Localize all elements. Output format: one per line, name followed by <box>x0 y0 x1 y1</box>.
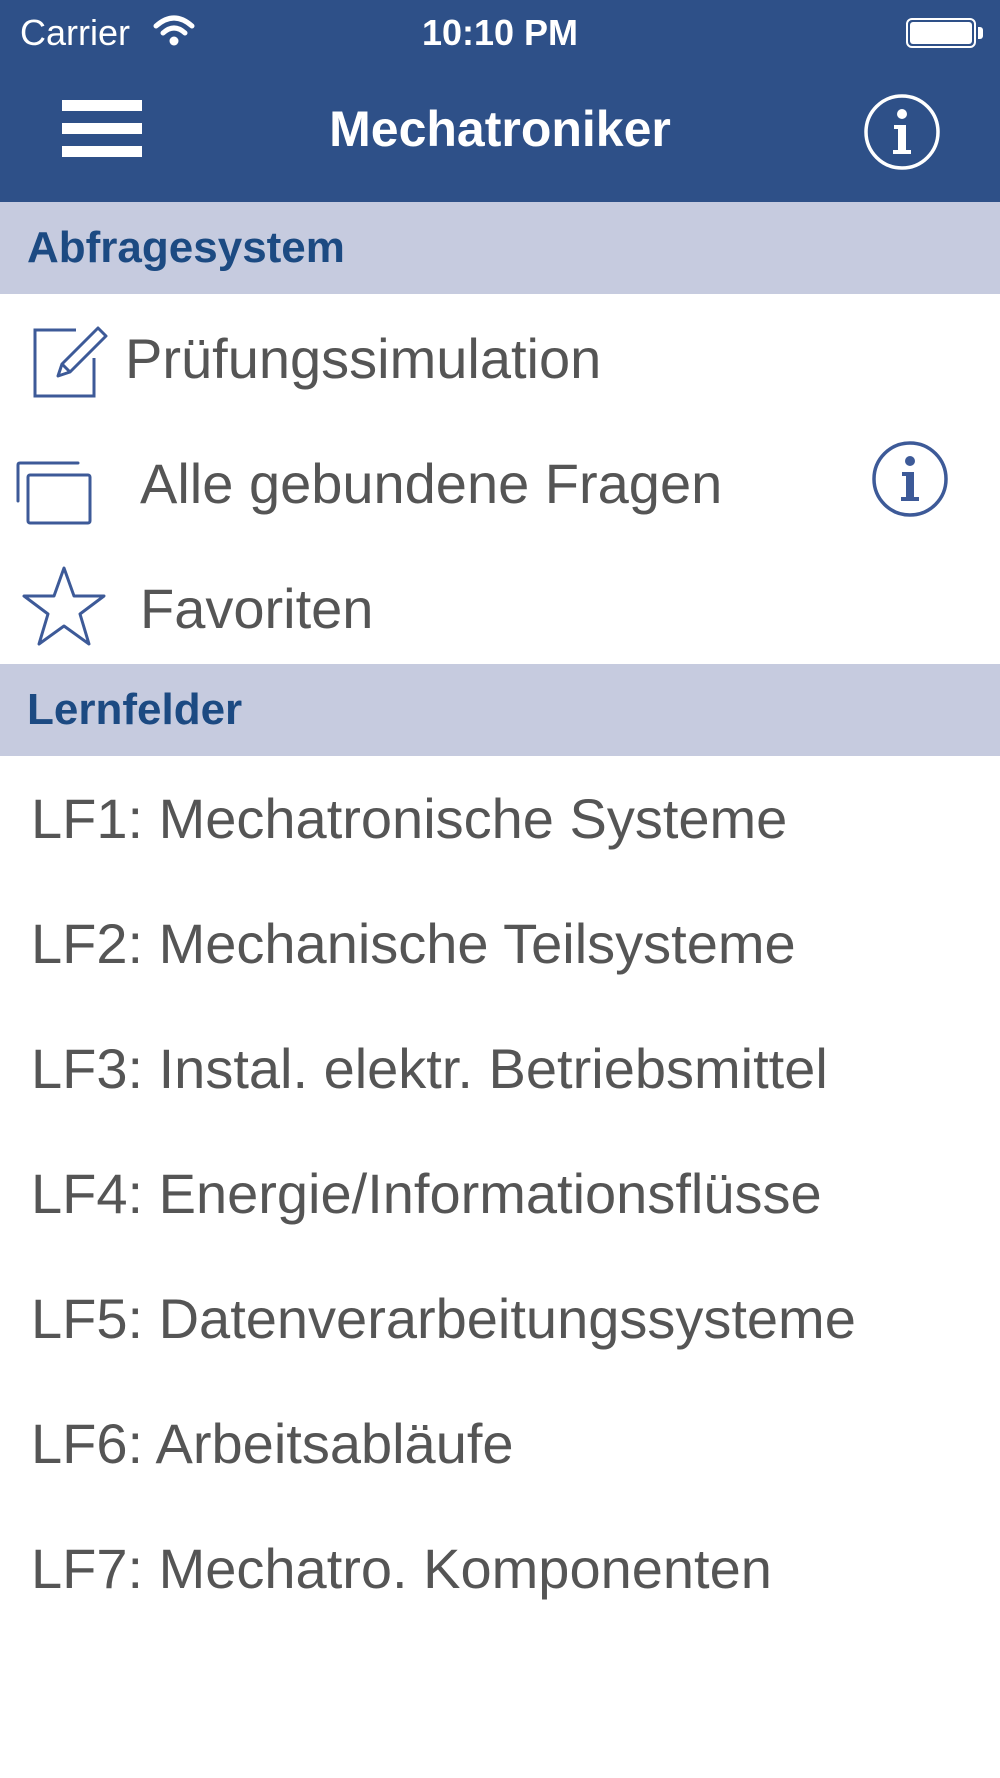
list-item-label: LF7: Mechatro. Komponenten <box>31 1537 772 1600</box>
battery-icon <box>906 18 976 48</box>
info-icon[interactable] <box>862 92 942 172</box>
battery-tip <box>978 27 983 39</box>
edit-icon <box>33 326 108 398</box>
list-item-lf6[interactable]: LF6: Arbeitsabläufe <box>0 1381 1000 1506</box>
list-item-label: LF3: Instal. elektr. Betriebsmittel <box>31 1037 828 1100</box>
list-item-label: Favoriten <box>140 577 374 640</box>
list-item-label: LF5: Datenverarbeitungssysteme <box>31 1287 856 1350</box>
section-header-lernfelder: Lernfelder <box>0 664 1000 756</box>
section-header-abfragesystem: Abfragesystem <box>0 202 1000 294</box>
list-item-label: LF1: Mechatronische Systeme <box>31 787 788 850</box>
stacked-cards-icon <box>16 461 92 525</box>
list-item-lf1[interactable]: LF1: Mechatronische Systeme <box>0 756 1000 881</box>
list-item-label: Alle gebundene Fragen <box>140 452 723 515</box>
list-item-label: LF4: Energie/Informationsflüsse <box>31 1162 822 1225</box>
list-item-lf2[interactable]: LF2: Mechanische Teilsysteme <box>0 881 1000 1006</box>
page-title: Mechatroniker <box>329 101 671 157</box>
list-item-label: Prüfungssimulation <box>125 327 602 390</box>
navigation-bar: Carrier 10:10 PM Mechatroniker <box>0 0 1000 202</box>
list-item-lf3[interactable]: LF3: Instal. elektr. Betriebsmittel <box>0 1006 1000 1131</box>
list-item-favoriten[interactable]: Favoriten <box>0 546 1000 671</box>
list-item-label: LF6: Arbeitsabläufe <box>31 1412 514 1475</box>
list-item-lf5[interactable]: LF5: Datenverarbeitungssysteme <box>0 1256 1000 1381</box>
status-time: 10:10 PM <box>421 12 579 53</box>
list-item-label: LF2: Mechanische Teilsysteme <box>31 912 796 975</box>
info-icon[interactable] <box>870 439 950 519</box>
list-item-lf7[interactable]: LF7: Mechatro. Komponenten <box>0 1506 1000 1631</box>
list-item-pruefungssimulation[interactable]: Prüfungssimulation <box>0 296 1000 421</box>
list-item-lf4[interactable]: LF4: Energie/Informationsflüsse <box>0 1131 1000 1256</box>
list-item-alle-gebundene-fragen[interactable]: Alle gebundene Fragen <box>0 421 1000 546</box>
star-icon <box>22 566 106 646</box>
status-bar: Carrier 10:10 PM <box>0 0 1000 68</box>
